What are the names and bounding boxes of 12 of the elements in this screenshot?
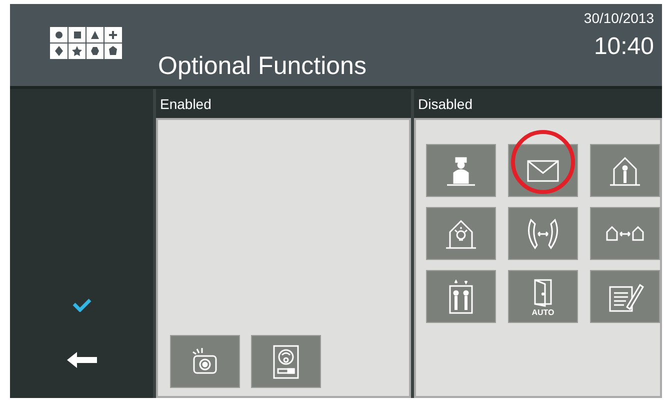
date-text: 30/10/2013: [584, 10, 654, 26]
highlight-ring: [511, 130, 575, 194]
symbols-logo-icon: [50, 27, 122, 59]
panel-header: Enabled: [159, 95, 212, 114]
time-text: 10:40: [594, 33, 654, 61]
checkmark-icon[interactable]: [72, 298, 92, 312]
back-arrow-icon[interactable]: [66, 352, 96, 368]
panel-header: Disabled: [417, 95, 474, 114]
screen-title: Optional Functions: [158, 52, 368, 81]
function-tile[interactable]: [251, 335, 321, 388]
tile-label: AUTO: [532, 308, 554, 317]
function-tile[interactable]: [170, 335, 240, 388]
